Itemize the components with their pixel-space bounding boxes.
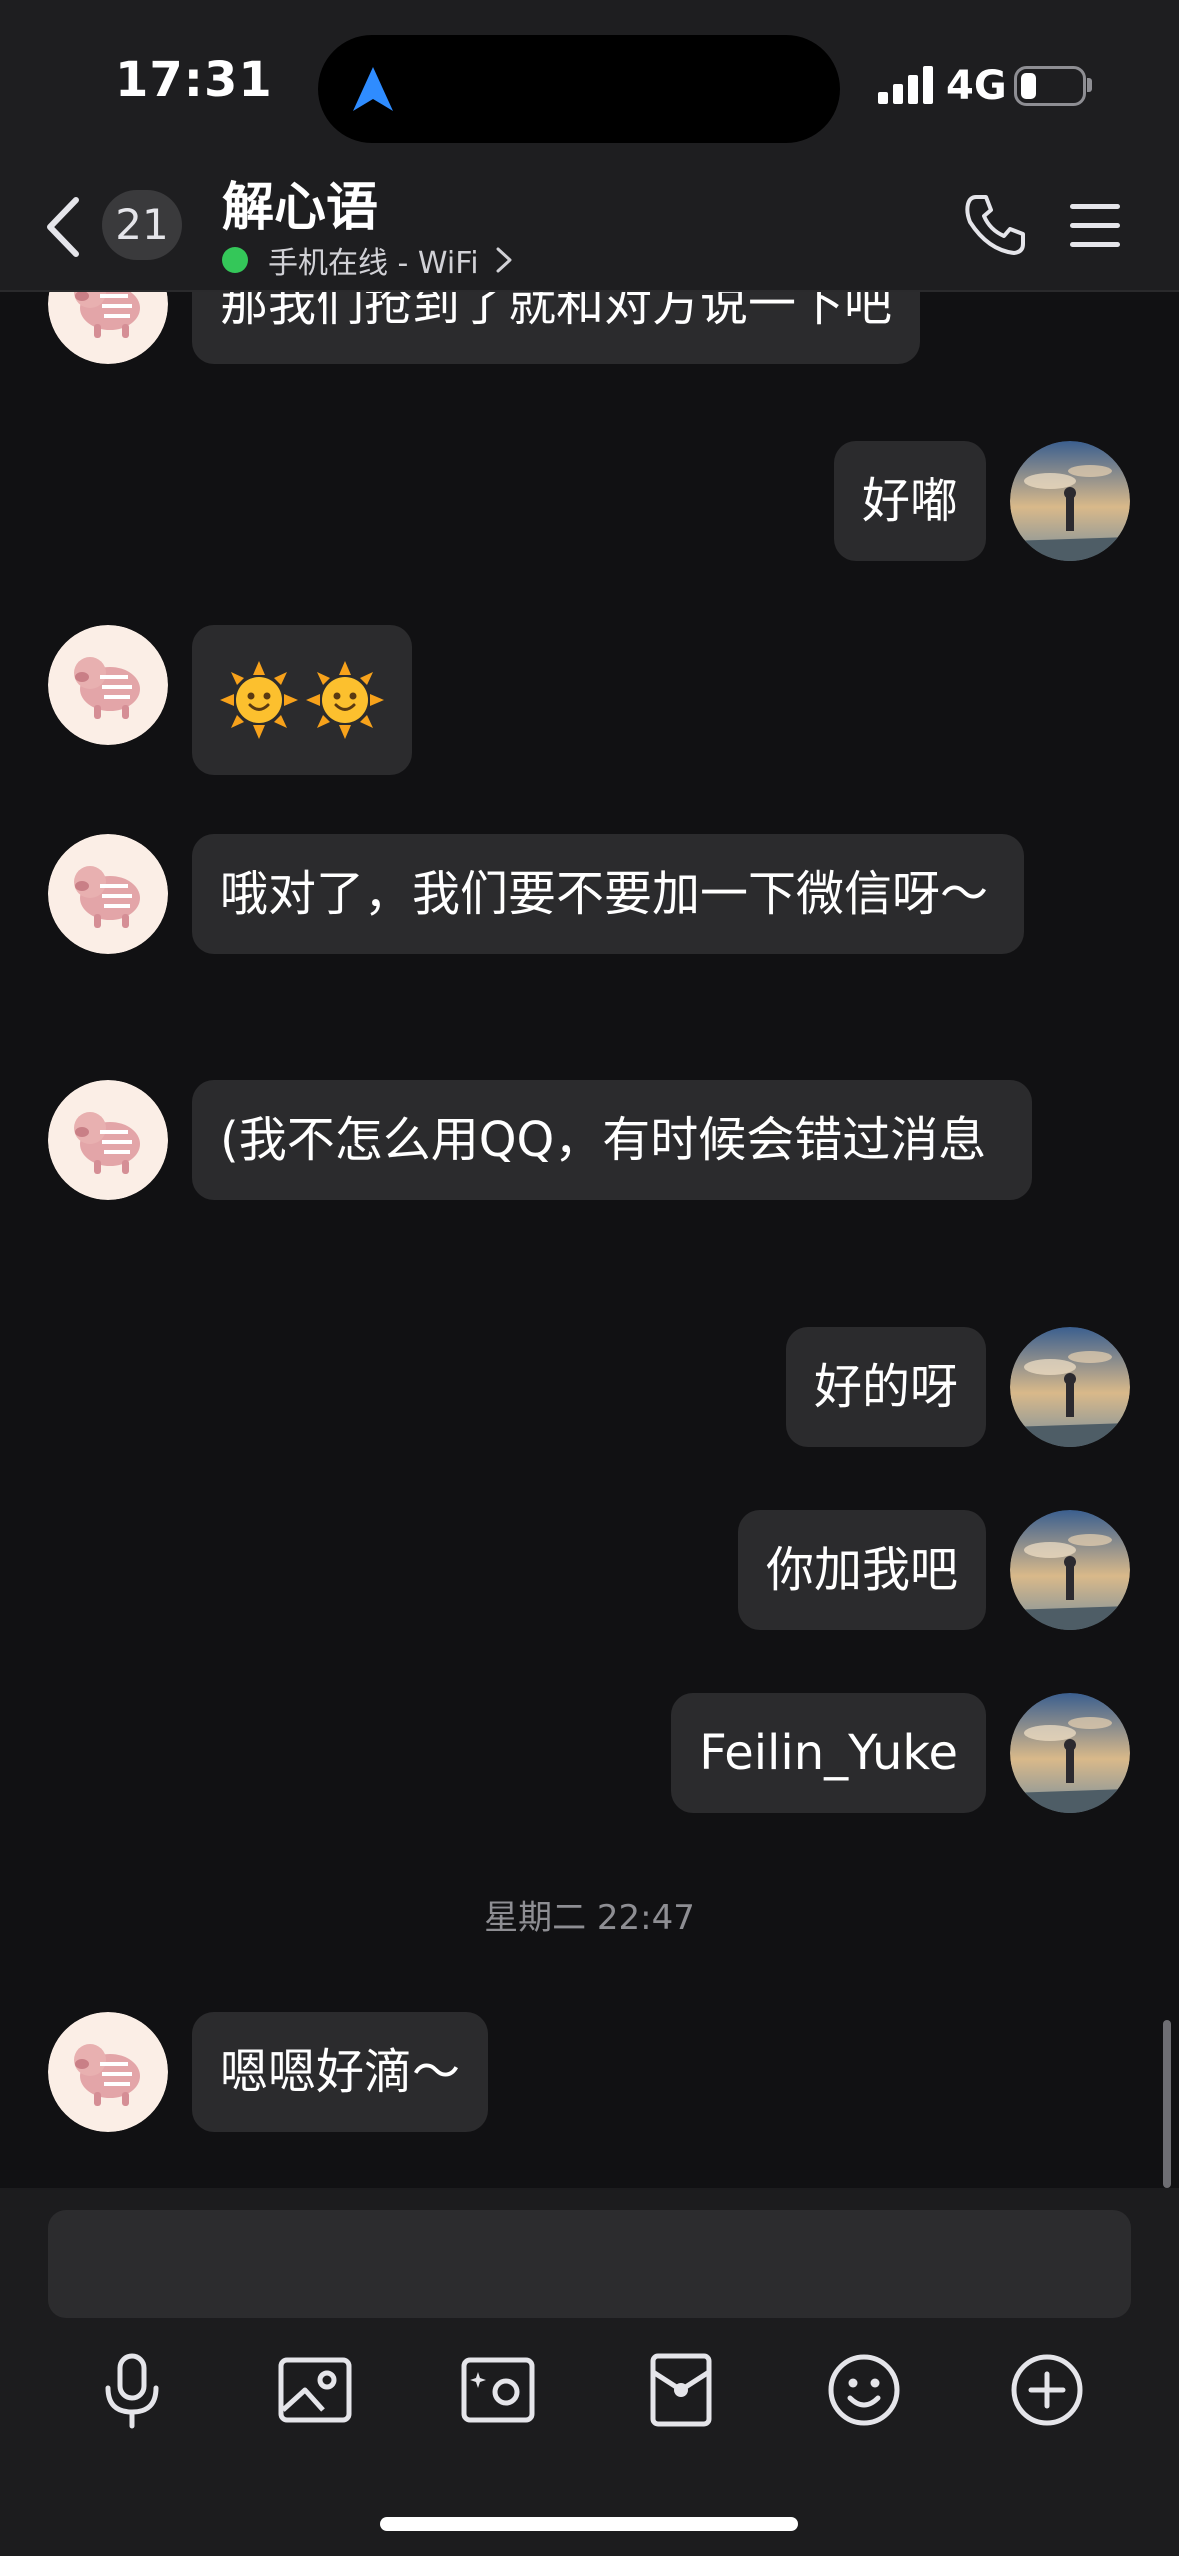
- sun-smile-emoji-icon: [220, 661, 298, 739]
- battery-icon: [1014, 66, 1086, 106]
- message-bubble[interactable]: 那我们抢到了就和对方说一下吧: [192, 292, 921, 364]
- emoji-row: [220, 661, 384, 739]
- scrollbar[interactable]: [1163, 2020, 1171, 2188]
- message-bubble[interactable]: 嗯嗯好滴～: [192, 2012, 489, 2132]
- image-icon[interactable]: [275, 2350, 355, 2430]
- message-bubble[interactable]: (我不怎么用QQ，有时候会错过消息: [192, 1080, 1032, 1200]
- emoji-icon[interactable]: [824, 2350, 904, 2430]
- message-bubble[interactable]: 你加我吧: [737, 1510, 986, 1630]
- message-text: 哦对了，我们要不要加一下微信呀～: [220, 866, 989, 922]
- camera-icon[interactable]: [458, 2350, 538, 2430]
- message-text: Feilin_Yuke: [699, 1725, 958, 1781]
- status-time: 17:31: [115, 52, 273, 108]
- message-timestamp: 星期二 22:47: [484, 1898, 695, 1938]
- battery-tip: [1087, 78, 1092, 92]
- message-text: 好的呀: [813, 1359, 958, 1415]
- contact-name[interactable]: 解心语: [222, 165, 378, 240]
- message-bubble[interactable]: 好嘟: [833, 441, 986, 561]
- self-avatar[interactable]: [1010, 441, 1130, 561]
- message-text: 嗯嗯好滴～: [220, 2044, 461, 2100]
- presence-status[interactable]: 手机在线 - WiFi: [222, 240, 513, 281]
- chevron-right-icon: [496, 247, 512, 273]
- self-avatar[interactable]: [1010, 1693, 1130, 1813]
- contact-avatar[interactable]: [48, 2012, 168, 2132]
- message-text: 好嘟: [861, 473, 958, 529]
- contact-avatar[interactable]: [48, 1080, 168, 1200]
- home-indicator[interactable]: [380, 2517, 798, 2531]
- microphone-icon[interactable]: [92, 2350, 172, 2430]
- online-indicator: [222, 247, 248, 273]
- back-button[interactable]: [40, 192, 90, 262]
- message-bubble[interactable]: 哦对了，我们要不要加一下微信呀～: [192, 834, 1024, 954]
- plus-icon[interactable]: [1007, 2350, 1087, 2430]
- self-avatar[interactable]: [1010, 1510, 1130, 1630]
- unread-count-badge[interactable]: 21: [102, 190, 182, 260]
- message-bubble[interactable]: Feilin_Yuke: [671, 1693, 986, 1813]
- message-bubble[interactable]: [192, 625, 412, 775]
- menu-button[interactable]: [1068, 200, 1122, 252]
- chat-header: 17:31 4G 21 解心语 手机在线 - WiFi: [0, 0, 1179, 292]
- message-text: 那我们抢到了就和对方说一下吧: [220, 292, 893, 332]
- network-type: 4G: [946, 63, 1007, 109]
- self-avatar[interactable]: [1010, 1327, 1130, 1447]
- message-bubble[interactable]: 好的呀: [785, 1327, 986, 1447]
- contact-avatar[interactable]: [48, 834, 168, 954]
- red-packet-icon[interactable]: [641, 2350, 721, 2430]
- sun-smile-emoji-icon: [306, 661, 384, 739]
- message-text: 你加我吧: [765, 1542, 958, 1598]
- message-list[interactable]: 那我们抢到了就和对方说一下吧 好嘟 哦对了，我们要不要加一下微信呀～ (我不怎么…: [0, 292, 1179, 2188]
- chat-screen: 17:31 4G 21 解心语 手机在线 - WiFi 那我们抢到了就和对方说一…: [0, 0, 1179, 2556]
- message-input[interactable]: [48, 2210, 1131, 2318]
- message-text: (我不怎么用QQ，有时候会错过消息: [220, 1112, 987, 1168]
- location-arrow-icon: [353, 67, 393, 111]
- composer-bar: [0, 2188, 1179, 2556]
- presence-text: 手机在线 - WiFi: [268, 246, 479, 281]
- contact-avatar[interactable]: [48, 625, 168, 745]
- contact-avatar[interactable]: [48, 292, 168, 364]
- cellular-signal-icon: [878, 66, 933, 104]
- phone-call-button[interactable]: [962, 192, 1028, 258]
- dynamic-island: [318, 35, 840, 143]
